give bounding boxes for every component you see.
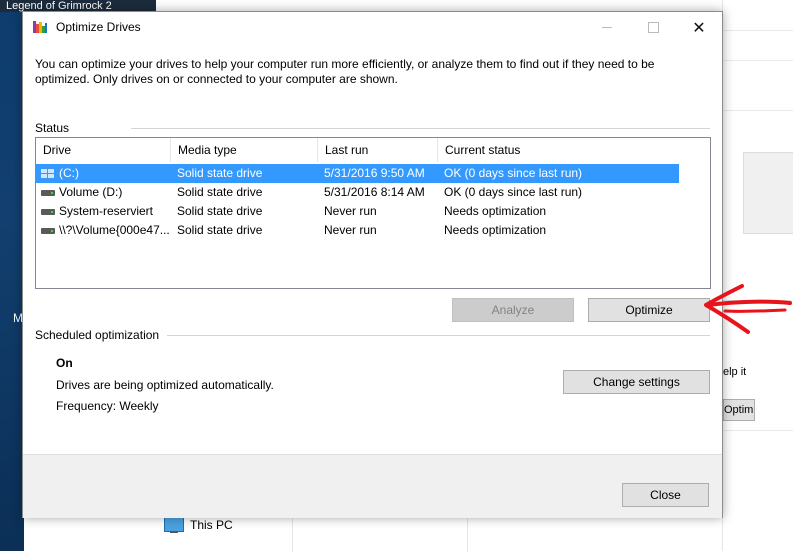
optimize-button[interactable]: Optimize bbox=[588, 298, 710, 322]
hard-drive-icon bbox=[41, 227, 55, 234]
dialog-footer: Close bbox=[23, 454, 722, 518]
maximize-button[interactable] bbox=[630, 12, 676, 43]
close-button[interactable]: Close bbox=[622, 483, 709, 507]
computer-icon bbox=[164, 517, 184, 533]
current-status: Needs optimization bbox=[444, 204, 547, 218]
divider bbox=[167, 335, 710, 336]
divider bbox=[131, 128, 710, 129]
media-type: Solid state drive bbox=[177, 166, 263, 180]
background-optimize-button[interactable]: Optimiz bbox=[723, 399, 755, 421]
drive-name: System-reserviert bbox=[59, 204, 154, 218]
minimize-button[interactable] bbox=[584, 12, 630, 43]
media-type: Solid state drive bbox=[177, 204, 263, 218]
annotation-arrow-icon bbox=[704, 284, 792, 334]
drive-name: (C:) bbox=[59, 166, 79, 180]
explorer-nav-pane: This PC bbox=[142, 513, 293, 552]
column-header-last-run[interactable]: Last run bbox=[318, 138, 438, 162]
close-window-button[interactable]: ✕ bbox=[676, 12, 722, 43]
media-type: Solid state drive bbox=[177, 185, 263, 199]
explorer-item-this-pc[interactable]: This PC bbox=[164, 517, 233, 533]
drive-row[interactable]: \\?\Volume{000e47... Solid state drive N… bbox=[36, 221, 679, 240]
schedule-description: Drives are being optimized automatically… bbox=[56, 378, 274, 392]
drive-name: Volume (D:) bbox=[59, 185, 123, 199]
column-header-drive[interactable]: Drive bbox=[36, 138, 171, 162]
explorer-item-label: This PC bbox=[190, 517, 233, 532]
title-bar[interactable]: Optimize Drives ✕ bbox=[23, 12, 722, 43]
status-section-label: Status bbox=[35, 121, 70, 135]
last-run: 5/31/2016 9:50 AM bbox=[324, 166, 425, 180]
background-panel bbox=[743, 152, 793, 234]
drive-row[interactable]: (C:) Solid state drive 5/31/2016 9:50 AM… bbox=[36, 164, 679, 183]
schedule-frequency: Frequency: Weekly bbox=[56, 399, 159, 413]
drives-list[interactable]: Drive Media type Last run Current status… bbox=[35, 137, 711, 289]
current-status: Needs optimization bbox=[444, 223, 547, 237]
column-header-current-status[interactable]: Current status bbox=[438, 138, 588, 162]
hard-drive-icon bbox=[41, 208, 55, 215]
drive-name: \\?\Volume{000e47... bbox=[59, 223, 170, 237]
change-settings-button[interactable]: Change settings bbox=[563, 370, 710, 394]
desktop-background: M bbox=[0, 0, 24, 551]
windows-drive-icon bbox=[41, 168, 55, 179]
intro-text: You can optimize your drives to help you… bbox=[35, 57, 655, 86]
drive-row[interactable]: System-reserviert Solid state drive Neve… bbox=[36, 202, 679, 221]
media-type: Solid state drive bbox=[177, 223, 263, 237]
last-run: Never run bbox=[324, 223, 377, 237]
maximize-icon bbox=[647, 22, 659, 33]
minimize-icon bbox=[602, 27, 612, 28]
background-help-text: elp it bbox=[723, 366, 747, 378]
defrag-app-icon bbox=[33, 21, 47, 33]
schedule-state: On bbox=[56, 356, 73, 370]
current-status: OK (0 days since last run) bbox=[444, 166, 583, 180]
column-header-media-type[interactable]: Media type bbox=[171, 138, 318, 162]
current-status: OK (0 days since last run) bbox=[444, 185, 583, 199]
background-explorer: This PC bbox=[142, 512, 722, 552]
last-run: 5/31/2016 8:14 AM bbox=[324, 185, 425, 199]
drive-row[interactable]: Volume (D:) Solid state drive 5/31/2016 … bbox=[36, 183, 679, 202]
optimize-drives-dialog: Optimize Drives ✕ You can optimize your … bbox=[22, 11, 723, 518]
analyze-button[interactable]: Analyze bbox=[452, 298, 574, 322]
last-run: Never run bbox=[324, 204, 377, 218]
scheduled-section-label: Scheduled optimization bbox=[35, 328, 160, 342]
close-icon: ✕ bbox=[692, 19, 706, 37]
dialog-content: You can optimize your drives to help you… bbox=[23, 43, 722, 454]
hard-drive-icon bbox=[41, 189, 55, 196]
window-title: Optimize Drives bbox=[56, 20, 141, 34]
list-header: Drive Media type Last run Current status bbox=[36, 138, 710, 162]
background-window-right: elp it Optimiz bbox=[722, 0, 793, 551]
